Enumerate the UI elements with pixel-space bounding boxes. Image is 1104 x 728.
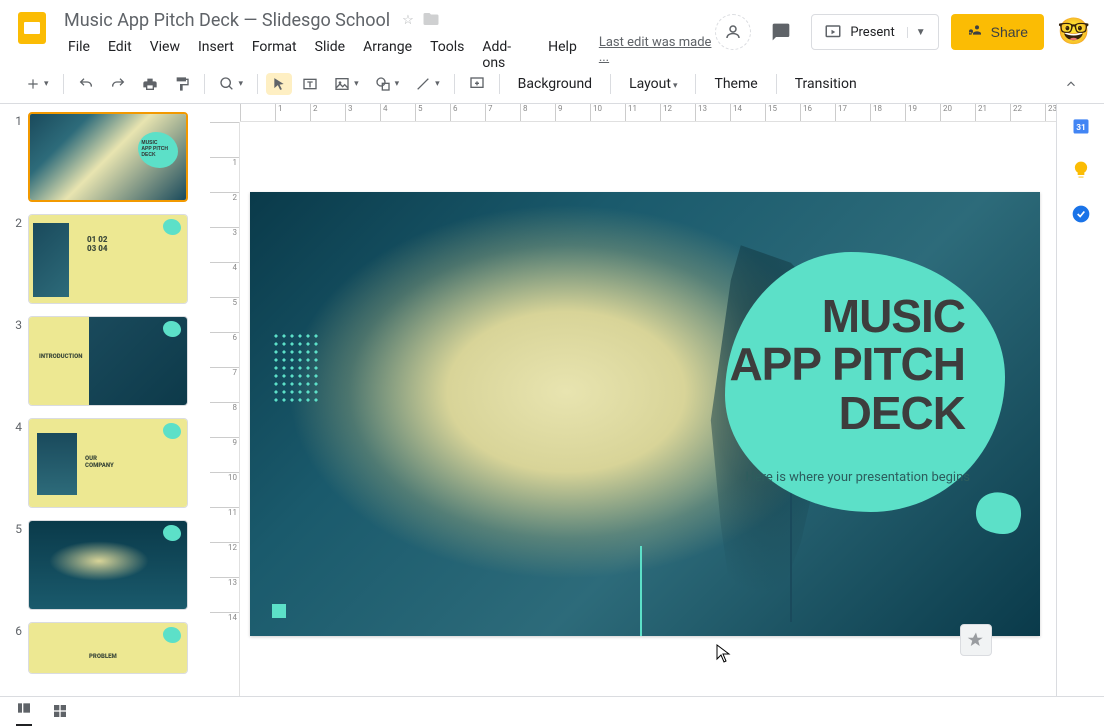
- slide-title[interactable]: MUSIC APP PITCH DECK: [729, 292, 965, 437]
- paint-format-button[interactable]: [168, 72, 196, 96]
- move-to-drive-icon[interactable]: [422, 10, 440, 32]
- slide-thumb-2[interactable]: 01 02 03 04: [28, 214, 188, 304]
- present-button[interactable]: Present ▼: [811, 14, 938, 50]
- thumb-number: 1: [8, 112, 28, 202]
- explore-button[interactable]: [960, 624, 992, 656]
- slide-subtitle[interactable]: Here is where your presentation begins: [745, 470, 970, 485]
- line-tool[interactable]: ▾: [409, 72, 446, 96]
- slide-canvas[interactable]: MUSIC APP PITCH DECK Here is where your …: [250, 192, 1040, 636]
- select-tool[interactable]: [266, 73, 292, 95]
- textbox-tool[interactable]: [296, 72, 324, 96]
- thumb-number: 6: [8, 622, 28, 674]
- slide-thumb-1[interactable]: MUSIC APP PITCH DECK: [28, 112, 188, 202]
- thumb-number: 5: [8, 520, 28, 610]
- shape-tool[interactable]: ▾: [369, 72, 406, 96]
- menu-slide[interactable]: Slide: [307, 35, 353, 75]
- theme-button[interactable]: Theme: [704, 72, 767, 96]
- account-avatar[interactable]: 🤓: [1056, 14, 1092, 50]
- slide-thumb-3[interactable]: INTRODUCTION: [28, 316, 188, 406]
- keep-icon[interactable]: [1071, 160, 1091, 180]
- image-tool[interactable]: ▾: [328, 72, 365, 96]
- share-label: Share: [991, 24, 1028, 40]
- filmstrip[interactable]: 1 MUSIC APP PITCH DECK 2 01 02 03 04 3 I…: [0, 104, 210, 696]
- menu-tools[interactable]: Tools: [422, 35, 472, 75]
- menu-addons[interactable]: Add-ons: [474, 35, 538, 75]
- slides-logo[interactable]: [12, 8, 52, 48]
- menu-format[interactable]: Format: [244, 35, 305, 75]
- slide-thumb-5[interactable]: [28, 520, 188, 610]
- thumb-number: 3: [8, 316, 28, 406]
- vertical-ruler: 1234567891011121314: [210, 122, 240, 696]
- menu-view[interactable]: View: [142, 35, 188, 75]
- cursor-icon: [716, 644, 732, 668]
- menu-help[interactable]: Help: [540, 35, 585, 75]
- background-button[interactable]: Background: [508, 72, 602, 96]
- comments-icon[interactable]: [763, 14, 799, 50]
- thumb-number: 4: [8, 418, 28, 508]
- menu-insert[interactable]: Insert: [190, 35, 242, 75]
- transition-button[interactable]: Transition: [785, 72, 867, 96]
- thumb-number: 2: [8, 214, 28, 304]
- grid-view-icon[interactable]: [52, 703, 68, 723]
- share-button[interactable]: Share: [951, 14, 1044, 50]
- slide-thumb-4[interactable]: OUR COMPANY: [28, 418, 188, 508]
- comment-button[interactable]: [463, 72, 491, 96]
- menu-file[interactable]: File: [60, 35, 98, 75]
- bottom-bar: [0, 696, 1104, 728]
- header: Music App Pitch Deck — Slidesgo School ☆…: [0, 0, 1104, 64]
- redo-button[interactable]: [104, 72, 132, 96]
- side-panel: 31: [1056, 104, 1104, 696]
- menubar: File Edit View Insert Format Slide Arran…: [60, 35, 715, 75]
- canvas-area[interactable]: 1234567891011121314151617181920212223242…: [210, 104, 1056, 696]
- star-icon[interactable]: ☆: [402, 13, 414, 28]
- new-slide-button[interactable]: ▾: [20, 73, 55, 95]
- main-area: 1 MUSIC APP PITCH DECK 2 01 02 03 04 3 I…: [0, 104, 1104, 696]
- filmstrip-view-icon[interactable]: [16, 700, 32, 726]
- present-label: Present: [850, 25, 894, 40]
- menu-arrange[interactable]: Arrange: [355, 35, 420, 75]
- doc-title[interactable]: Music App Pitch Deck — Slidesgo School: [60, 8, 394, 33]
- last-edit-link[interactable]: Last edit was made ...: [599, 35, 715, 75]
- layout-button[interactable]: Layout▾: [619, 72, 687, 96]
- tasks-icon[interactable]: [1071, 204, 1091, 224]
- hide-menus-button[interactable]: [1058, 73, 1084, 95]
- horizontal-ruler: 1234567891011121314151617181920212223242…: [240, 104, 1056, 122]
- activity-icon[interactable]: [715, 14, 751, 50]
- menu-edit[interactable]: Edit: [100, 35, 140, 75]
- present-dropdown-icon[interactable]: ▼: [907, 27, 926, 38]
- zoom-button[interactable]: ▾: [213, 72, 250, 96]
- slide-thumb-6[interactable]: PROBLEM: [28, 622, 188, 674]
- svg-text:31: 31: [1076, 123, 1086, 133]
- undo-button[interactable]: [72, 72, 100, 96]
- calendar-icon[interactable]: 31: [1071, 116, 1091, 136]
- print-button[interactable]: [136, 72, 164, 96]
